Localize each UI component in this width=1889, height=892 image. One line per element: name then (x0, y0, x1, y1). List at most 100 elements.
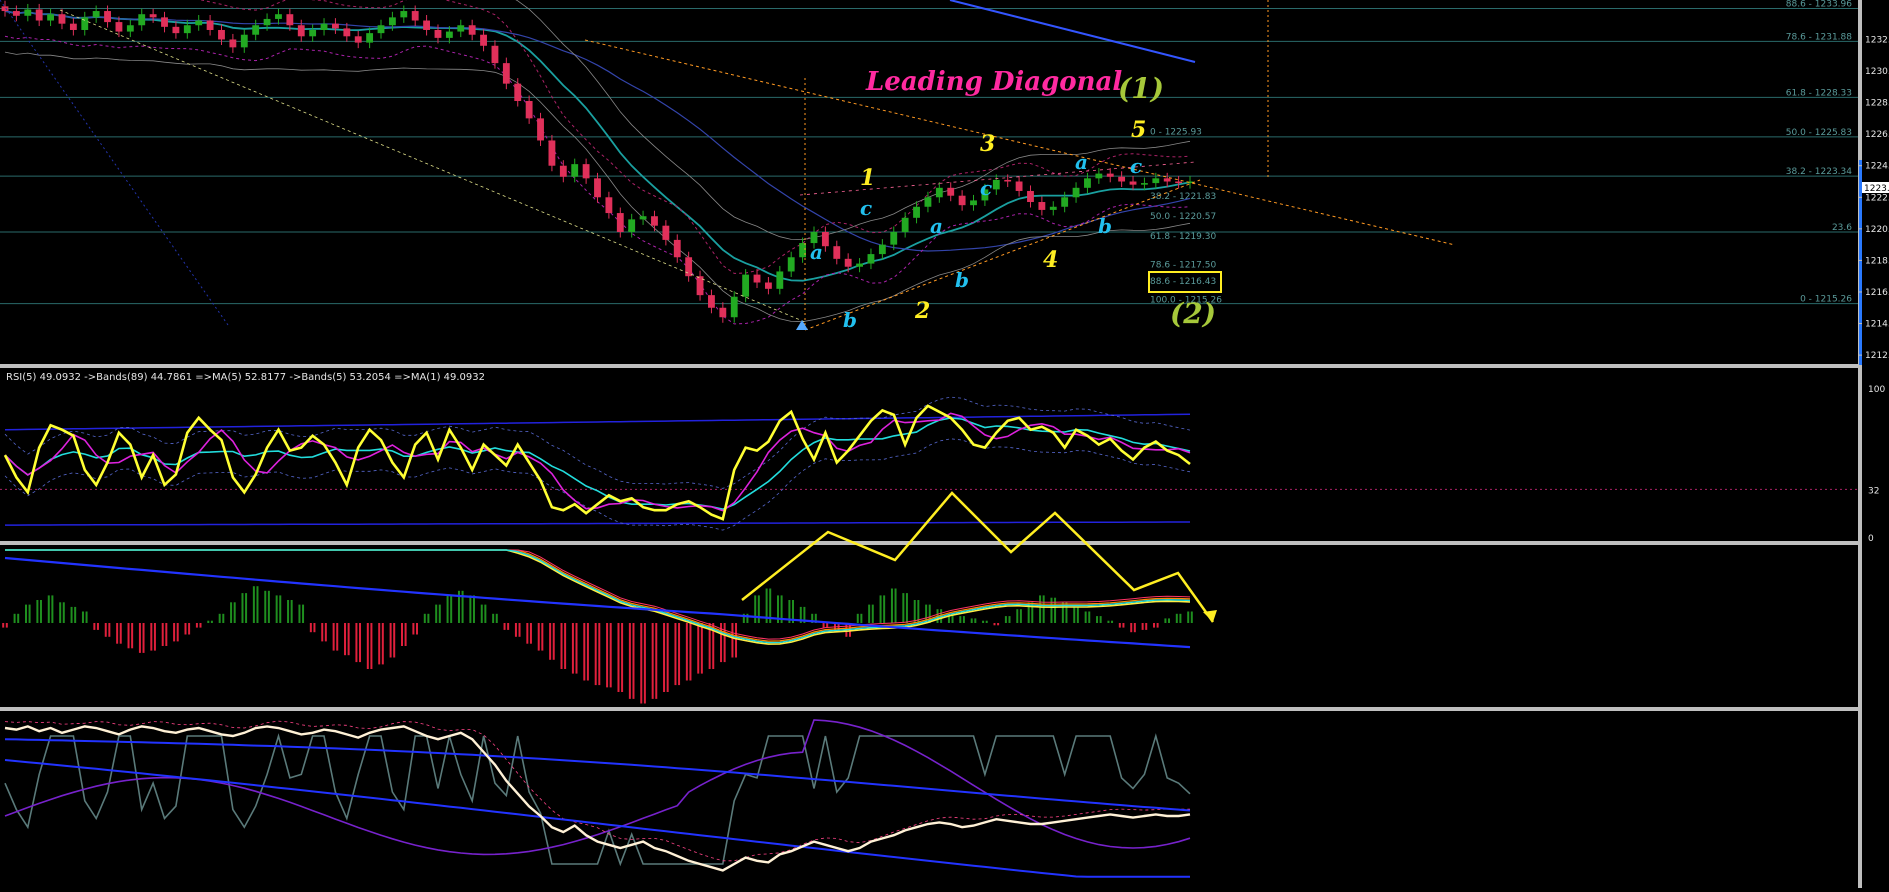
candle-body[interactable] (890, 232, 898, 245)
candle-body[interactable] (514, 83, 522, 102)
candle-body[interactable] (183, 25, 191, 34)
candle-body[interactable] (1129, 181, 1137, 185)
candle-body[interactable] (1118, 176, 1126, 182)
candle-body[interactable] (787, 257, 795, 272)
candle-body[interactable] (309, 29, 317, 37)
candle-body[interactable] (901, 217, 909, 233)
candle-body[interactable] (1152, 178, 1160, 184)
candle-body[interactable] (423, 20, 431, 30)
candle-body[interactable] (252, 25, 260, 35)
panel-divider-macd[interactable] (0, 541, 1862, 545)
candle-body[interactable] (1004, 179, 1012, 182)
candle-body[interactable] (867, 254, 875, 264)
candle-body[interactable] (35, 9, 43, 21)
candle-body[interactable] (628, 219, 636, 233)
candle-body[interactable] (719, 307, 727, 318)
candle-body[interactable] (662, 225, 670, 240)
candle-body[interactable] (1038, 202, 1046, 210)
candle-body[interactable] (753, 274, 761, 283)
candle-body[interactable] (263, 18, 271, 26)
candle-body[interactable] (343, 28, 351, 37)
candle-body[interactable] (913, 206, 920, 218)
candle-body[interactable] (776, 271, 784, 289)
candle-body[interactable] (525, 101, 533, 119)
candle-body[interactable] (445, 31, 453, 38)
candle-body[interactable] (1095, 173, 1103, 179)
candle-body[interactable] (958, 195, 966, 206)
candle-body[interactable] (821, 232, 829, 247)
candle-body[interactable] (115, 22, 123, 32)
candle-body[interactable] (411, 11, 419, 21)
candle-body[interactable] (1175, 181, 1183, 184)
scroll-indicator[interactable] (1859, 160, 1862, 365)
candle-body[interactable] (332, 23, 339, 29)
candle-body[interactable] (206, 20, 214, 30)
candle-body[interactable] (764, 282, 772, 289)
candle-body[interactable] (1106, 173, 1114, 177)
candle-body[interactable] (502, 63, 510, 84)
candle-body[interactable] (434, 29, 442, 38)
candle-body[interactable] (104, 11, 111, 23)
candle-body[interactable] (149, 14, 157, 18)
candle-body[interactable] (992, 179, 1000, 190)
candle-body[interactable] (354, 36, 362, 43)
candle-body[interactable] (616, 213, 624, 233)
candle-body[interactable] (218, 29, 225, 40)
candle-body[interactable] (172, 26, 180, 34)
candle-body[interactable] (537, 118, 544, 141)
candle-body[interactable] (138, 14, 146, 26)
candle-body[interactable] (92, 11, 100, 18)
candle-body[interactable] (742, 274, 750, 297)
candle-body[interactable] (605, 197, 613, 214)
candle-body[interactable] (468, 25, 476, 35)
candle-body[interactable] (970, 200, 977, 206)
candle-body[interactable] (320, 23, 328, 30)
candle-body[interactable] (1, 6, 9, 12)
candle-body[interactable] (947, 187, 955, 196)
candle-body[interactable] (571, 164, 579, 177)
candle-body[interactable] (126, 25, 134, 32)
candle-body[interactable] (844, 258, 852, 267)
candle-body[interactable] (582, 164, 590, 179)
candle-body[interactable] (229, 39, 237, 48)
candle-body[interactable] (161, 17, 168, 27)
candle-body[interactable] (275, 14, 282, 19)
candle-body[interactable] (730, 296, 738, 318)
candle-body[interactable] (799, 243, 807, 258)
candle-body[interactable] (491, 45, 499, 64)
candle-body[interactable] (47, 14, 54, 21)
candle-body[interactable] (388, 17, 396, 26)
candle-body[interactable] (240, 34, 248, 48)
candle-body[interactable] (651, 216, 658, 226)
candle-body[interactable] (1015, 181, 1023, 191)
candle-body[interactable] (708, 295, 715, 308)
candle-body[interactable] (58, 14, 66, 24)
panel-divider-stoch[interactable] (0, 707, 1862, 711)
candle-body[interactable] (1163, 178, 1171, 182)
candle-body[interactable] (480, 34, 487, 46)
candle-body[interactable] (548, 140, 556, 166)
candle-body[interactable] (297, 25, 305, 37)
candle-body[interactable] (12, 11, 20, 16)
candle-body[interactable] (1027, 190, 1034, 203)
candle-body[interactable] (856, 263, 863, 267)
candle-body[interactable] (286, 14, 294, 26)
candle-body[interactable] (878, 244, 886, 255)
candle-body[interactable] (1049, 206, 1057, 210)
candle-body[interactable] (685, 257, 693, 277)
candle-body[interactable] (377, 25, 385, 34)
candle-body[interactable] (195, 20, 203, 26)
candle-body[interactable] (1141, 183, 1148, 185)
candle-body[interactable] (457, 25, 465, 32)
candle-body[interactable] (935, 187, 943, 198)
candle-body[interactable] (1061, 197, 1069, 207)
candle-body[interactable] (69, 23, 77, 30)
panel-divider-rsi[interactable] (0, 364, 1862, 368)
candle-body[interactable] (594, 178, 601, 198)
candle-body[interactable] (673, 239, 681, 258)
candle-body[interactable] (639, 216, 647, 220)
candle-body[interactable] (924, 197, 932, 207)
candle-body[interactable] (559, 165, 567, 177)
candle-body[interactable] (24, 9, 32, 16)
candle-body[interactable] (400, 11, 408, 18)
